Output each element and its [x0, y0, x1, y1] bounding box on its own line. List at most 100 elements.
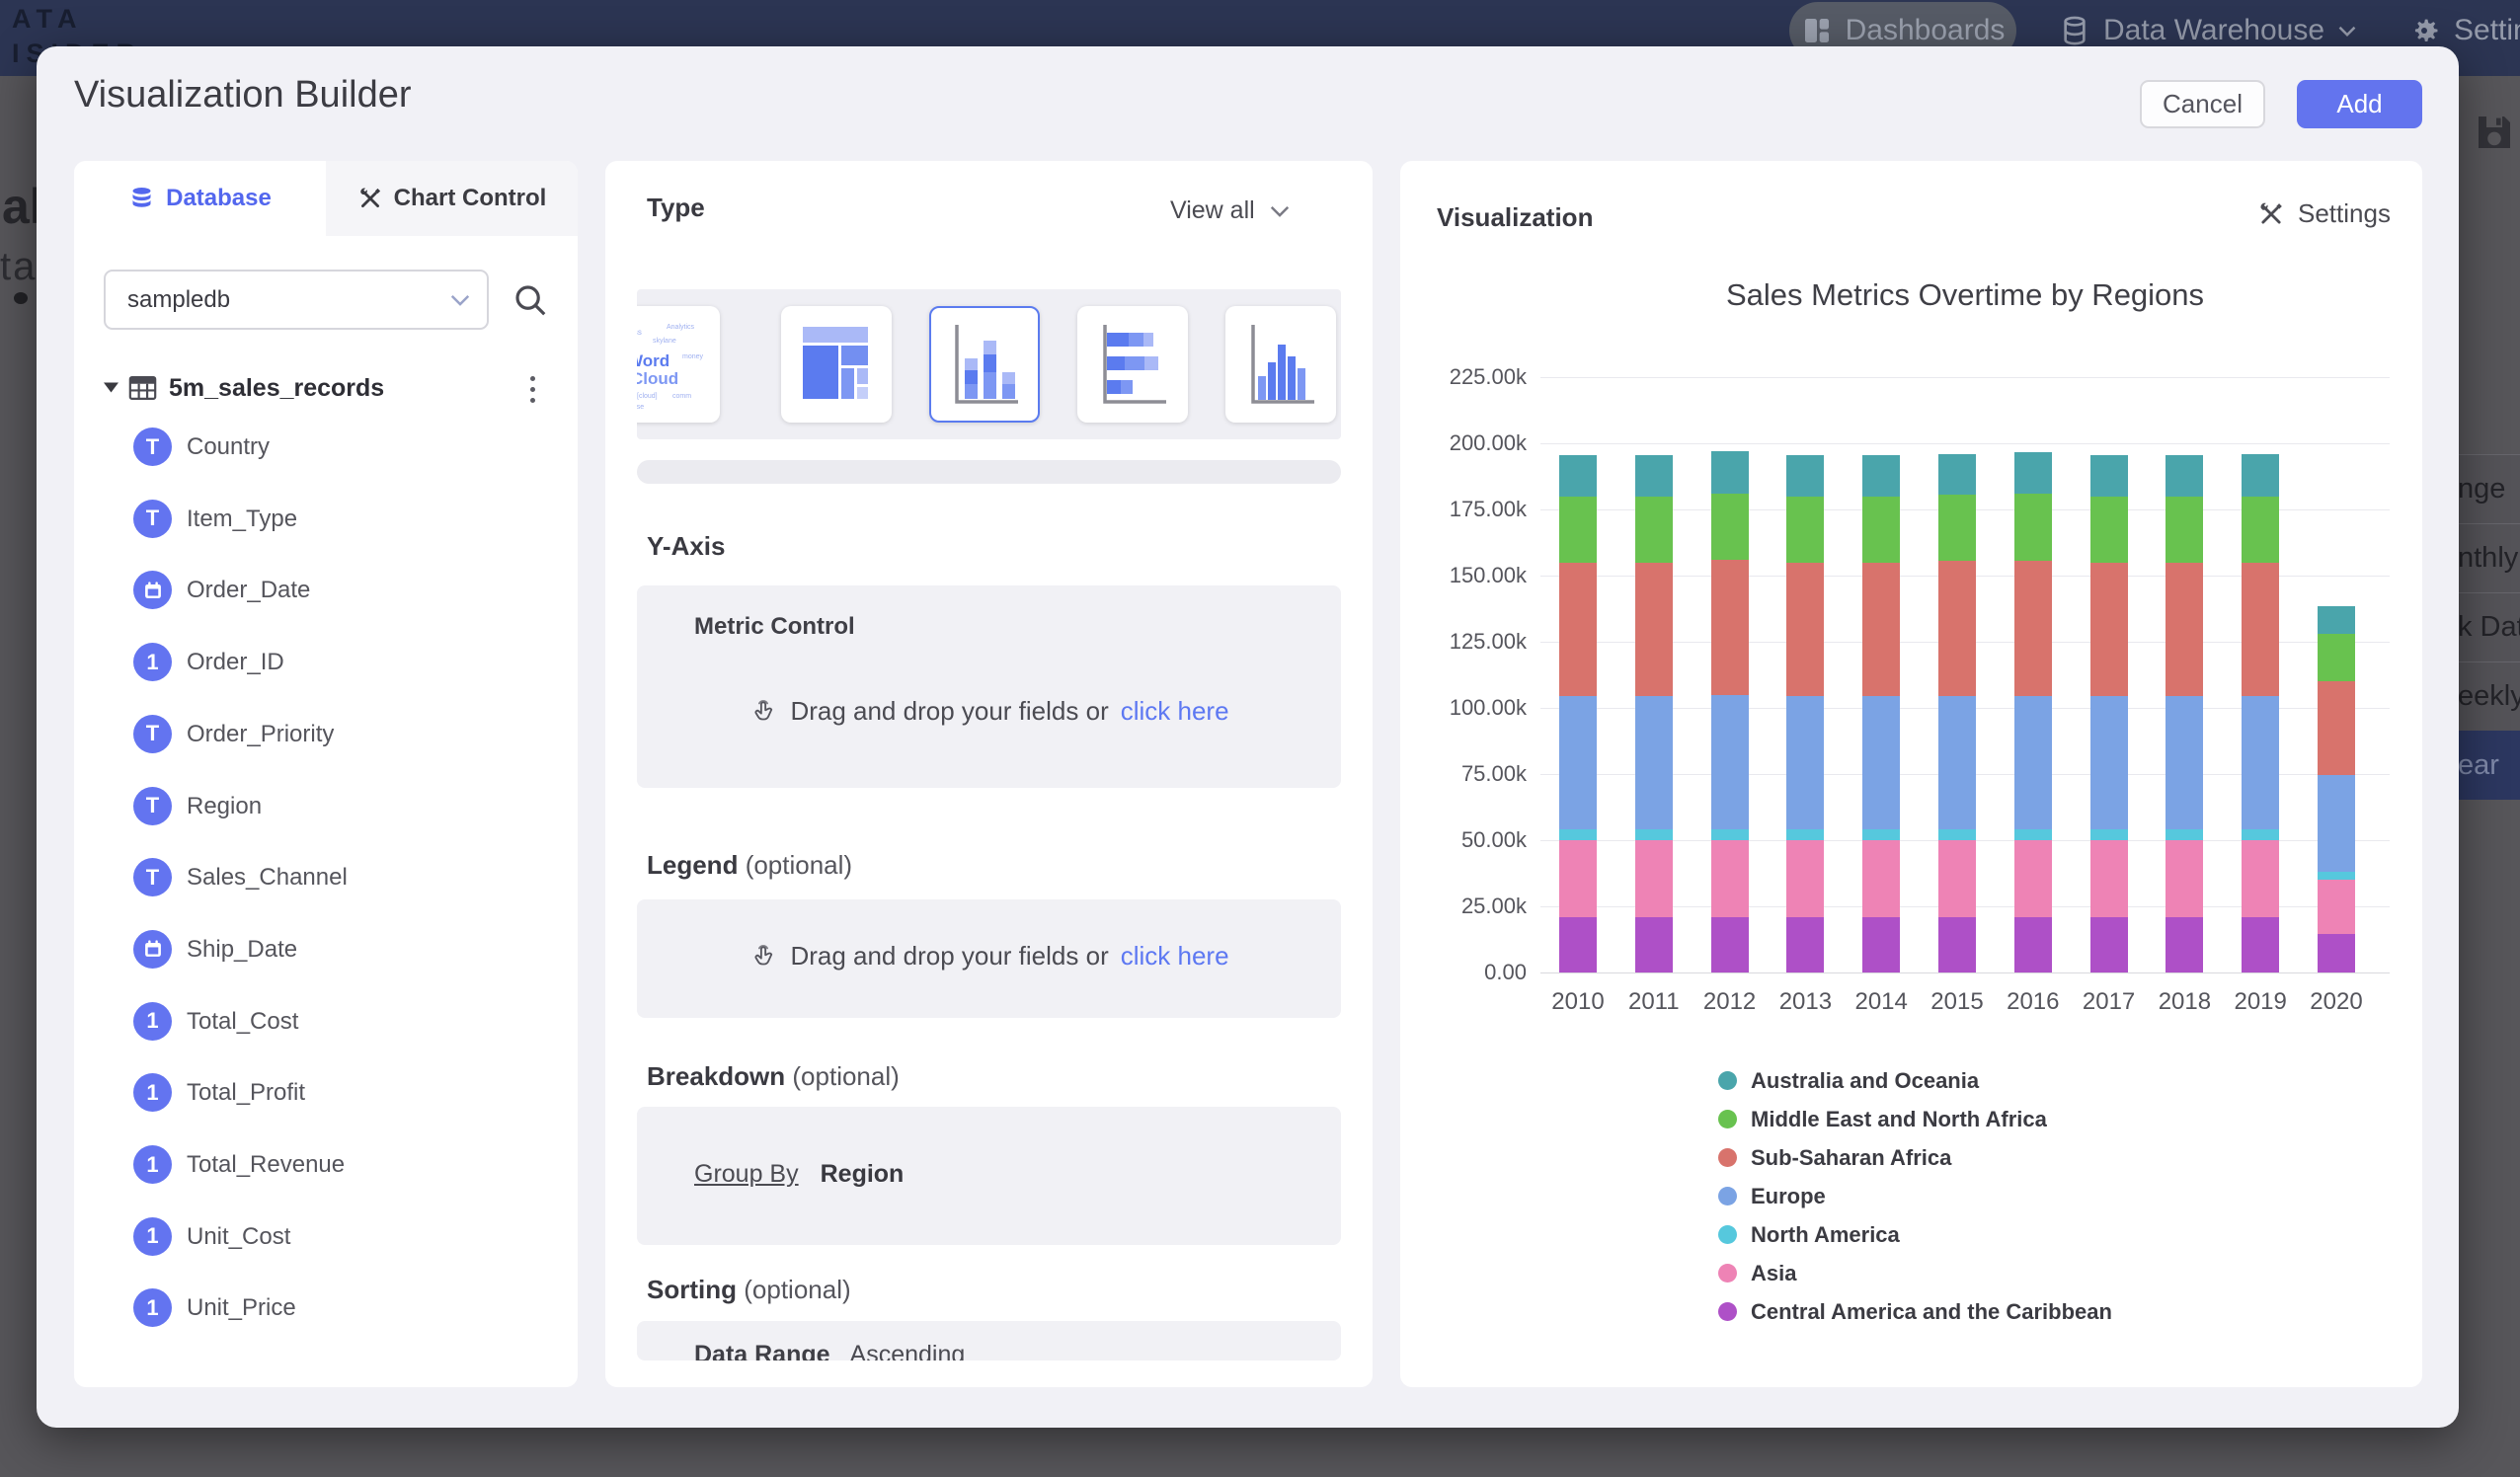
legend-color-dot — [1718, 1302, 1737, 1321]
chart-builder-panel: Type View all nessAnalyticsskylanemoneyW… — [605, 161, 1373, 1387]
gridline — [1540, 443, 2390, 444]
chart-settings-label: Settings — [2298, 198, 2391, 229]
bar-segment — [1938, 561, 1976, 696]
svg-text:Word: Word — [637, 351, 669, 370]
field-item-country[interactable]: TCountry — [74, 428, 578, 467]
cancel-button[interactable]: Cancel — [2140, 80, 2265, 128]
y-axis-tick-label: 25.00k — [1418, 894, 1527, 919]
tab-chart-control[interactable]: Chart Control — [326, 161, 578, 236]
bg-menu-item[interactable]: nthly — [2455, 523, 2520, 592]
y-axis-tick-label: 100.00k — [1418, 695, 1527, 721]
bg-menu-item[interactable]: nge — [2455, 454, 2520, 523]
bar-segment — [1559, 497, 1597, 563]
tap-hand-icon — [748, 697, 778, 727]
legend-dropzone[interactable]: Drag and drop your fields or click here — [637, 899, 1341, 1018]
field-label: Total_Revenue — [187, 1151, 345, 1179]
bar-segment — [2014, 696, 2052, 829]
x-axis-tick-label: 2011 — [1614, 988, 1693, 1016]
field-item-order_date[interactable]: Order_Date — [74, 571, 578, 610]
field-label: Region — [187, 793, 262, 820]
bar-segment — [1635, 829, 1673, 840]
tab-database-label: Database — [166, 185, 272, 212]
bg-menu-item[interactable]: eekly — [2455, 661, 2520, 731]
field-item-total_cost[interactable]: 1Total_Cost — [74, 1002, 578, 1042]
field-item-order_id[interactable]: 1Order_ID — [74, 643, 578, 682]
metric-control-title: Metric Control — [694, 613, 855, 641]
bg-menu-item[interactable]: ear — [2455, 731, 2520, 800]
svg-text:money: money — [682, 353, 704, 360]
legend-title-text: Legend — [647, 850, 738, 880]
modal-title: Visualization Builder — [74, 74, 412, 117]
kebab-menu-icon[interactable] — [520, 372, 544, 406]
svg-text:comm: comm — [672, 393, 691, 400]
bar-segment — [1786, 917, 1824, 972]
bar-segment — [1635, 917, 1673, 972]
sorting-card[interactable]: Data Range Ascending — [637, 1321, 1341, 1360]
legend-label: North America — [1751, 1222, 1900, 1248]
y-axis-tick-label: 0.00 — [1418, 960, 1527, 985]
tools-icon — [357, 186, 383, 211]
group-by-label[interactable]: Group By — [694, 1160, 799, 1189]
bar-segment — [1938, 829, 1976, 840]
click-here-link[interactable]: click here — [1121, 696, 1229, 727]
add-button[interactable]: Add — [2297, 80, 2422, 128]
field-item-region[interactable]: TRegion — [74, 787, 578, 826]
field-label: Ship_Date — [187, 936, 297, 964]
field-item-item_type[interactable]: TItem_Type — [74, 500, 578, 539]
y-axis-tick-label: 75.00k — [1418, 761, 1527, 787]
search-icon[interactable] — [512, 281, 549, 319]
chart-type-treemap[interactable] — [781, 306, 892, 423]
bar-segment — [2318, 634, 2355, 681]
bar-segment — [2166, 563, 2203, 696]
bar-segment — [2166, 917, 2203, 972]
chart-type-stacked-column[interactable] — [929, 306, 1040, 423]
field-item-order_priority[interactable]: TOrder_Priority — [74, 715, 578, 754]
field-type-date-icon — [133, 930, 172, 969]
field-label: Unit_Price — [187, 1294, 296, 1322]
field-item-unit_price[interactable]: 1Unit_Price — [74, 1288, 578, 1328]
bar-segment — [1786, 829, 1824, 840]
chart-type-stacked-bar[interactable] — [1077, 306, 1188, 423]
click-here-link[interactable]: click here — [1121, 941, 1229, 972]
nav-settings-label: Settings — [2454, 14, 2520, 47]
gear-icon — [2407, 14, 2441, 47]
legend-color-dot — [1718, 1264, 1737, 1283]
y-axis-title: Y-Axis — [647, 531, 726, 562]
field-label: Unit_Cost — [187, 1223, 290, 1251]
legend-color-dot — [1718, 1110, 1737, 1128]
metric-control-dropzone[interactable]: Metric Control Drag and drop your fields… — [637, 585, 1341, 788]
chart-type-histogram[interactable] — [1225, 306, 1336, 423]
horizontal-scrollbar[interactable] — [637, 460, 1341, 484]
bar-segment — [1559, 563, 1597, 696]
chart-type-word-cloud[interactable]: nessAnalyticsskylanemoneyWordCloud[cloud… — [637, 306, 720, 423]
x-axis-tick-label: 2020 — [2297, 988, 2376, 1016]
bar-segment — [1635, 563, 1673, 696]
view-all-dropdown[interactable]: View all — [1170, 196, 1291, 225]
field-item-unit_cost[interactable]: 1Unit_Cost — [74, 1217, 578, 1257]
chart-settings-button[interactable]: Settings — [2257, 198, 2391, 229]
field-item-ship_date[interactable]: Ship_Date — [74, 930, 578, 970]
tab-database[interactable]: Database — [74, 161, 326, 236]
breakdown-section-title: Breakdown (optional) — [647, 1061, 900, 1092]
tab-chart-control-label: Chart Control — [394, 185, 547, 212]
breakdown-card[interactable]: Group By Region — [637, 1107, 1341, 1245]
save-floppy-icon[interactable] — [2471, 109, 2518, 156]
field-item-total_profit[interactable]: 1Total_Profit — [74, 1073, 578, 1113]
field-label: Total_Profit — [187, 1079, 305, 1107]
y-axis-tick-label: 175.00k — [1418, 497, 1527, 522]
bg-menu-item[interactable]: k Date — [2455, 592, 2520, 661]
table-tree-header[interactable]: 5m_sales_records — [74, 368, 578, 410]
database-panel: Database Chart Control sampledb 5m_sales… — [74, 161, 578, 1387]
bg-page-text-fragment: ta — [0, 245, 37, 289]
bar-segment — [2090, 455, 2128, 497]
bar-segment — [1786, 840, 1824, 917]
visualization-builder-modal: Visualization Builder Cancel Add Databas… — [37, 46, 2459, 1428]
bar-segment — [2242, 917, 2279, 972]
caret-down-icon[interactable] — [104, 382, 118, 393]
field-item-sales_channel[interactable]: TSales_Channel — [74, 858, 578, 897]
bar-segment — [1635, 696, 1673, 829]
field-item-total_revenue[interactable]: 1Total_Revenue — [74, 1145, 578, 1185]
bar-segment — [1559, 917, 1597, 972]
bar-segment — [2014, 452, 2052, 494]
database-select[interactable]: sampledb — [104, 270, 489, 330]
